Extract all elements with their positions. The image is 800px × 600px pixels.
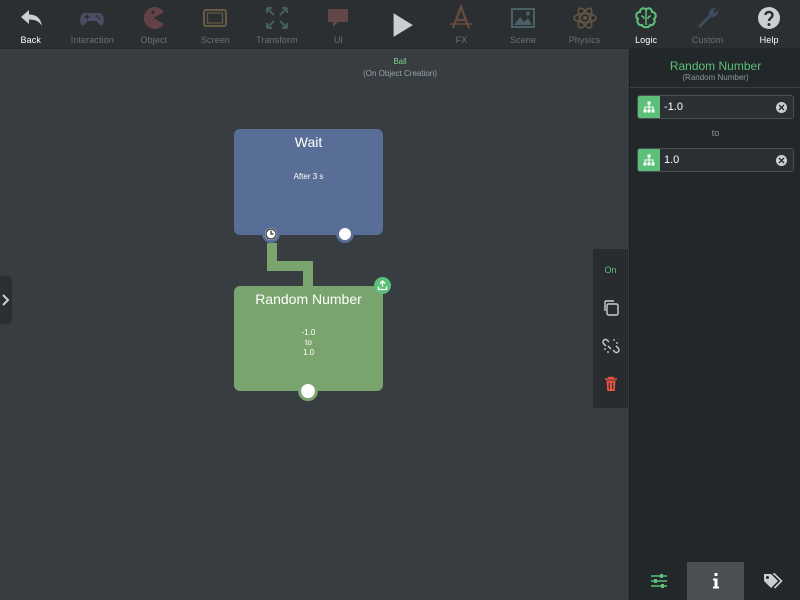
tab-settings[interactable] (630, 562, 687, 600)
node-tools: On (593, 249, 628, 408)
toolbar-label: UI (333, 35, 344, 45)
max-value-input[interactable] (664, 151, 774, 169)
node-title: Wait (294, 134, 323, 150)
trash-icon (604, 376, 617, 391)
node-body-line: to (305, 338, 312, 347)
toggle-on-button[interactable]: On (593, 253, 628, 287)
context-trigger: (On Object Creation) (363, 69, 437, 78)
export-value-button[interactable] (374, 277, 391, 294)
panel-title: Random Number (669, 59, 762, 73)
toolbar-object-button[interactable]: Object (123, 0, 185, 48)
toolbar-logic-button[interactable]: Logic (615, 0, 677, 48)
toolbar-help-button[interactable]: Help (738, 0, 800, 48)
tab-info[interactable] (687, 562, 744, 600)
speech-bubble-icon (328, 9, 349, 27)
hierarchy-icon[interactable] (638, 149, 660, 171)
toolbar-label: Back (20, 35, 41, 45)
gamepad-icon (80, 13, 105, 26)
help-icon (758, 7, 781, 29)
chevron-right-icon (2, 294, 10, 306)
tablet-icon (203, 9, 228, 27)
toolbar-label: Custom (691, 35, 724, 45)
pacman-icon (143, 6, 164, 30)
toolbar-ui-button[interactable]: UI (308, 0, 370, 48)
wrench-icon (697, 7, 718, 29)
context-object-name: Ball (393, 57, 407, 66)
toolbar-physics-button[interactable]: Physics (554, 0, 616, 48)
toolbar-label: Transform (256, 35, 298, 45)
tab-tags[interactable] (744, 562, 800, 600)
toolbar-interaction-button[interactable]: Interaction (62, 0, 124, 48)
brain-icon (635, 7, 657, 29)
back-arrow-icon (20, 10, 42, 26)
expand-arrows-icon (265, 7, 288, 29)
wait-output-port[interactable] (336, 225, 354, 243)
toolbar-label: FX (455, 35, 468, 45)
toolbar-label: Logic (635, 35, 658, 45)
panel-tab-bar (630, 562, 800, 600)
random-output-port[interactable] (298, 381, 318, 401)
toolbar-label: Object (140, 35, 168, 45)
toolbar-back-button[interactable]: Back (0, 0, 62, 48)
max-value-field[interactable] (637, 148, 794, 172)
toolbar-custom-button[interactable]: Custom (677, 0, 739, 48)
unlink-icon (601, 338, 620, 354)
export-icon (377, 280, 388, 291)
toolbar-label: Interaction (70, 35, 114, 45)
expand-sidebar-button[interactable] (0, 276, 12, 324)
toolbar-scene-button[interactable]: Scene (492, 0, 554, 48)
properties-panel: Random Number (Random Number) to (629, 49, 800, 600)
copy-icon (603, 300, 619, 316)
toolbar-label: Scene (510, 35, 537, 45)
panel-subtitle: (Random Number) (682, 73, 749, 82)
panel-divider (630, 87, 800, 88)
top-toolbar: Back Interaction Object Screen Transform UI FX… (0, 0, 800, 49)
node-body-line: -1.0 (301, 328, 316, 337)
random-number-node[interactable]: Random Number -1.0 to 1.0 (234, 286, 383, 391)
sliders-icon (650, 574, 667, 588)
range-to-label: to (711, 128, 720, 138)
wait-node[interactable]: Wait After 3 s (234, 129, 383, 235)
play-icon (393, 13, 413, 37)
delete-button[interactable] (593, 367, 628, 401)
toolbar-play-button[interactable] (369, 0, 431, 48)
toolbar-label: Screen (200, 35, 230, 45)
min-value-field[interactable] (637, 95, 794, 119)
clear-icon[interactable] (776, 155, 787, 166)
toolbar-label: Help (759, 35, 779, 45)
toolbar-screen-button[interactable]: Screen (185, 0, 247, 48)
tags-icon (763, 573, 783, 589)
timer-output-port[interactable] (262, 225, 280, 243)
landscape-icon (511, 8, 536, 28)
clear-icon[interactable] (776, 102, 787, 113)
copy-button[interactable] (593, 291, 628, 325)
info-icon (712, 573, 719, 589)
hierarchy-icon[interactable] (638, 96, 660, 118)
node-connection-wire (303, 261, 313, 288)
atom-icon (572, 7, 597, 29)
clock-icon (265, 228, 277, 240)
unlink-button[interactable] (593, 329, 628, 363)
min-value-input[interactable] (664, 98, 774, 116)
node-body-line: 1.0 (302, 348, 315, 357)
toolbar-label: Physics (568, 35, 601, 45)
toolbar-fx-button[interactable]: FX (431, 0, 493, 48)
node-title: Random Number (255, 291, 362, 307)
node-body: -1.0 to 1.0 (234, 328, 383, 358)
fx-icon (450, 4, 473, 29)
node-body: After 3 s (293, 172, 324, 181)
toolbar-transform-button[interactable]: Transform (246, 0, 308, 48)
